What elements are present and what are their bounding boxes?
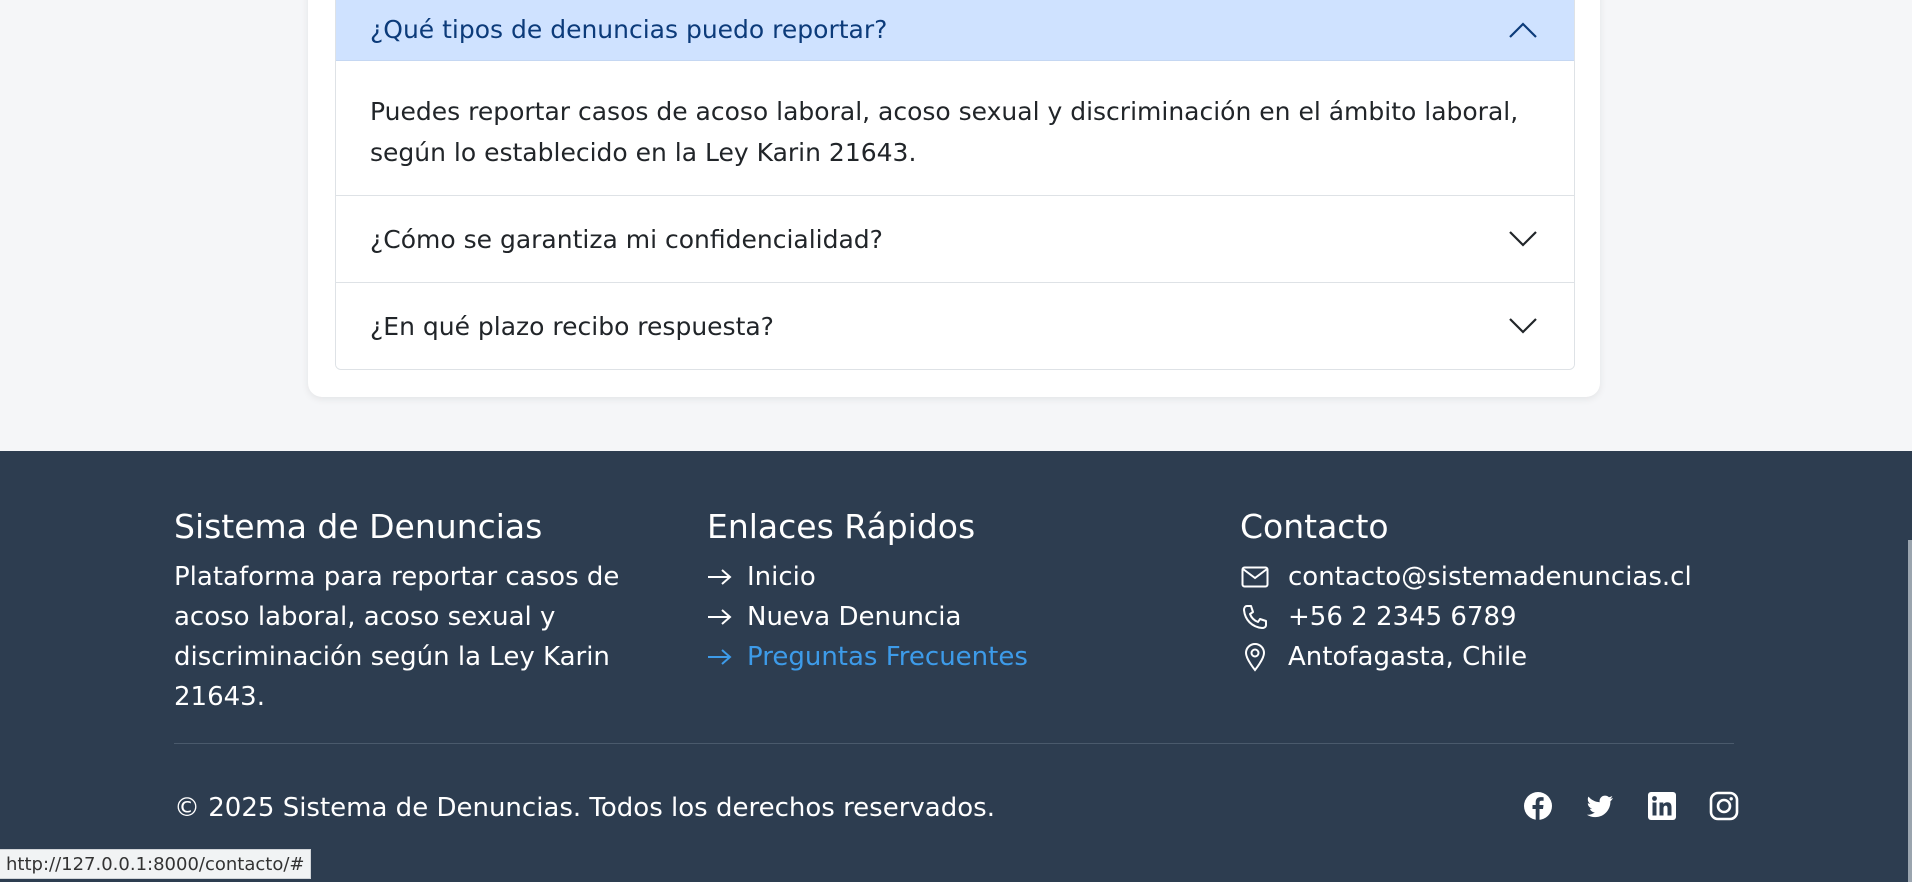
phone-icon (1240, 602, 1270, 632)
map-pin-icon (1240, 642, 1270, 672)
chevron-down-icon (1509, 231, 1537, 247)
faq-question-3[interactable]: ¿En qué plazo recibo respuesta? (336, 282, 1574, 369)
arrow-right-icon (708, 649, 732, 665)
social-links (1523, 791, 1739, 821)
contact-phone[interactable]: +56 2 2345 6789 (1240, 597, 1692, 637)
footer-links-title: Enlaces Rápidos (707, 507, 976, 546)
footer-links: Enlaces Rápidos Inicio Nueva Denuncia Pr… (707, 503, 1028, 677)
footer-about-description: Plataforma para reportar casos de acoso … (174, 562, 620, 712)
footer-about-title: Sistema de Denuncias (174, 507, 543, 546)
faq-question-1-label: ¿Qué tipos de denuncias puedo reportar? (370, 15, 888, 44)
twitter-icon[interactable] (1585, 791, 1615, 821)
envelope-icon (1240, 562, 1270, 592)
contact-location: Antofagasta, Chile (1240, 637, 1692, 677)
footer-about: Sistema de Denuncias Plataforma para rep… (174, 503, 664, 717)
linkedin-icon[interactable] (1647, 791, 1677, 821)
faq-accordion: ¿Qué tipos de denuncias puedo reportar? … (335, 0, 1575, 370)
page-content: ¿Qué tipos de denuncias puedo reportar? … (0, 0, 1912, 451)
status-bar-url: http://127.0.0.1:8000/contacto/# (0, 849, 312, 879)
footer-contact-title: Contacto (1240, 507, 1389, 546)
footer-link-inicio[interactable]: Inicio (707, 557, 1028, 597)
instagram-icon[interactable] (1709, 791, 1739, 821)
arrow-right-icon (708, 569, 732, 585)
faq-question-1[interactable]: ¿Qué tipos de denuncias puedo reportar? (336, 0, 1574, 61)
chevron-down-icon (1509, 318, 1537, 334)
footer-contact: Contacto contacto@sistemadenuncias.cl +5… (1240, 503, 1692, 677)
scrollbar[interactable] (1908, 540, 1912, 882)
faq-answer-1: Puedes reportar casos de acoso laboral, … (370, 97, 1519, 167)
faq-question-3-label: ¿En qué plazo recibo respuesta? (370, 311, 774, 341)
contact-email[interactable]: contacto@sistemadenuncias.cl (1240, 557, 1692, 597)
site-footer: Sistema de Denuncias Plataforma para rep… (0, 451, 1912, 882)
footer-link-preguntas-frecuentes[interactable]: Preguntas Frecuentes (707, 637, 1028, 677)
footer-divider (174, 743, 1734, 744)
faq-question-2[interactable]: ¿Cómo se garantiza mi confidencialidad? (336, 195, 1574, 282)
footer-link-nueva-denuncia[interactable]: Nueva Denuncia (707, 597, 1028, 637)
copyright-text: © 2025 Sistema de Denuncias. Todos los d… (174, 793, 995, 823)
arrow-right-icon (708, 609, 732, 625)
chevron-up-icon (1509, 21, 1537, 38)
facebook-icon[interactable] (1523, 791, 1553, 821)
faq-question-2-label: ¿Cómo se garantiza mi confidencialidad? (370, 224, 883, 254)
